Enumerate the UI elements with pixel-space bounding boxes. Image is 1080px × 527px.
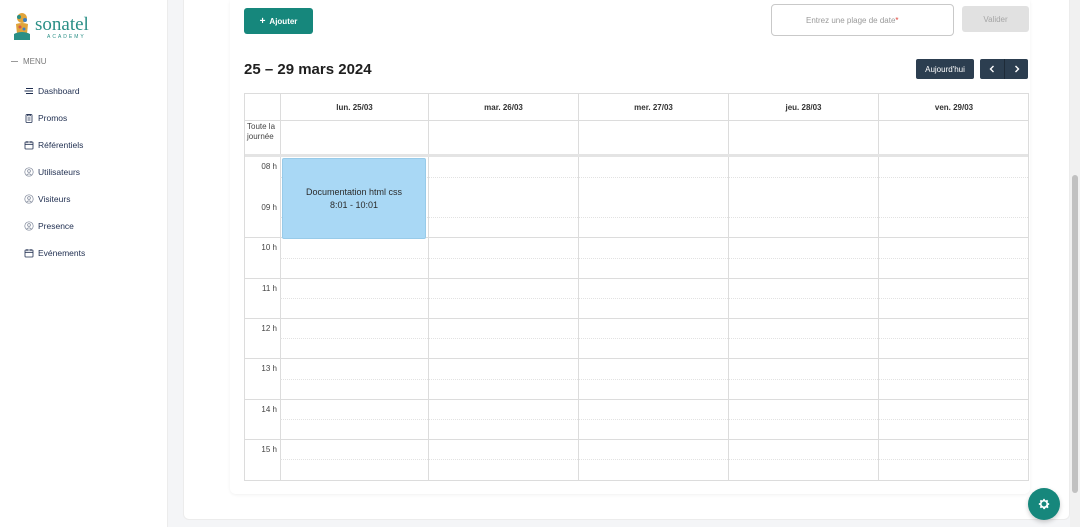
scrollbar-thumb[interactable] xyxy=(1072,175,1078,493)
brand-name: sonatel xyxy=(35,13,89,35)
hour-label: 12 h xyxy=(261,324,277,333)
half-hour-line xyxy=(280,419,1028,420)
menu-label-text: MENU xyxy=(23,57,47,66)
user-circle-icon xyxy=(24,193,34,204)
sidebar-item-label: Presence xyxy=(38,220,74,231)
day-header[interactable]: lun. 25/03 xyxy=(281,94,428,121)
hour-label: 08 h xyxy=(261,162,277,171)
required-mark: * xyxy=(895,15,899,25)
sonatel-academy-logo[interactable]: sonatel ACADEMY xyxy=(11,12,89,42)
half-hour-line xyxy=(280,298,1028,299)
sidebar-item-referentiels[interactable]: Référentiels xyxy=(24,131,85,158)
gear-icon xyxy=(1038,498,1050,510)
all-day-label: Toute la journée xyxy=(247,122,276,141)
add-button-label: Ajouter xyxy=(269,16,298,26)
grid-line xyxy=(728,94,729,480)
hour-line xyxy=(245,358,1028,359)
calendar-event[interactable]: Documentation html css 8:01 - 10:01 xyxy=(282,158,426,239)
previous-week-button[interactable] xyxy=(980,59,1004,79)
sidebar-item-label: Visiteurs xyxy=(38,193,71,204)
sidebar-item-label: Evénements xyxy=(38,247,86,258)
half-hour-line xyxy=(280,459,1028,460)
hour-line xyxy=(245,399,1028,400)
settings-fab-button[interactable] xyxy=(1028,488,1060,520)
date-range-input[interactable]: Entrez une plage de date* xyxy=(771,4,1028,36)
hour-line xyxy=(245,318,1028,319)
hour-line xyxy=(245,278,1028,279)
hour-label: 10 h xyxy=(261,243,277,252)
grid-line xyxy=(578,94,579,480)
calendar-title: 25 – 29 mars 2024 xyxy=(244,61,372,78)
user-circle-icon xyxy=(24,220,34,231)
hour-label: 15 h xyxy=(261,445,277,454)
brand-sub: ACADEMY xyxy=(47,33,86,40)
calendar-icon xyxy=(24,248,34,258)
sidebar-item-presence[interactable]: Presence xyxy=(24,212,85,239)
calendar-icon xyxy=(24,140,34,150)
menu-dash xyxy=(11,61,18,62)
validate-button[interactable]: Valider xyxy=(962,6,1029,32)
half-hour-line xyxy=(280,338,1028,339)
sidebar-item-dashboard[interactable]: Dashboard xyxy=(24,77,85,104)
all-day-separator xyxy=(245,154,1028,157)
hour-line xyxy=(245,439,1028,440)
day-header[interactable]: mar. 26/03 xyxy=(429,94,578,121)
half-hour-line xyxy=(280,379,1028,380)
menu-section-label: MENU xyxy=(11,57,47,66)
today-button[interactable]: Aujourd'hui xyxy=(916,59,974,79)
date-range-placeholder: Entrez une plage de date* xyxy=(806,16,899,25)
add-event-button[interactable]: + Ajouter xyxy=(244,8,313,34)
sidebar-item-promos[interactable]: Promos xyxy=(24,104,85,131)
menu-lines-icon xyxy=(24,86,34,96)
grid-line xyxy=(280,94,281,480)
sidebar-item-label: Promos xyxy=(38,112,68,123)
page-scrollbar[interactable] xyxy=(1070,0,1080,527)
sidebar-item-visiteurs[interactable]: Visiteurs xyxy=(24,185,85,212)
day-header[interactable]: ven. 29/03 xyxy=(879,94,1029,121)
logo-mark-icon xyxy=(11,12,33,42)
sidebar-nav: Dashboard Promos Référentiels Utilisateu… xyxy=(24,77,85,266)
sidebar-item-label: Référentiels xyxy=(38,139,84,150)
clipboard-icon xyxy=(24,113,34,123)
user-circle-icon xyxy=(24,166,34,177)
chevron-left-icon xyxy=(989,65,994,73)
sidebar: sonatel ACADEMY MENU Dashboard Promos Ré… xyxy=(0,0,168,527)
grid-line xyxy=(878,94,879,480)
hour-label: 14 h xyxy=(261,405,277,414)
half-hour-line xyxy=(280,258,1028,259)
day-header[interactable]: mer. 27/03 xyxy=(579,94,728,121)
event-title: Documentation html css xyxy=(305,186,403,197)
next-week-button[interactable] xyxy=(1004,59,1028,79)
hour-label: 09 h xyxy=(261,203,277,212)
event-time: 8:01 - 10:01 xyxy=(329,199,379,210)
sidebar-item-label: Utilisateurs xyxy=(38,166,81,177)
grid-line xyxy=(428,94,429,480)
week-calendar: lun. 25/03 mar. 26/03 mer. 27/03 jeu. 28… xyxy=(244,93,1029,481)
sidebar-item-label: Dashboard xyxy=(38,85,80,96)
plus-icon: + xyxy=(259,15,266,27)
hour-label: 13 h xyxy=(261,364,277,373)
sidebar-item-evenements[interactable]: Evénements xyxy=(24,239,85,266)
date-range-placeholder-text: Entrez une plage de date xyxy=(806,15,896,25)
hour-label: 11 h xyxy=(262,284,277,293)
chevron-right-icon xyxy=(1014,65,1019,73)
day-header[interactable]: jeu. 28/03 xyxy=(729,94,878,121)
sidebar-item-utilisateurs[interactable]: Utilisateurs xyxy=(24,158,85,185)
